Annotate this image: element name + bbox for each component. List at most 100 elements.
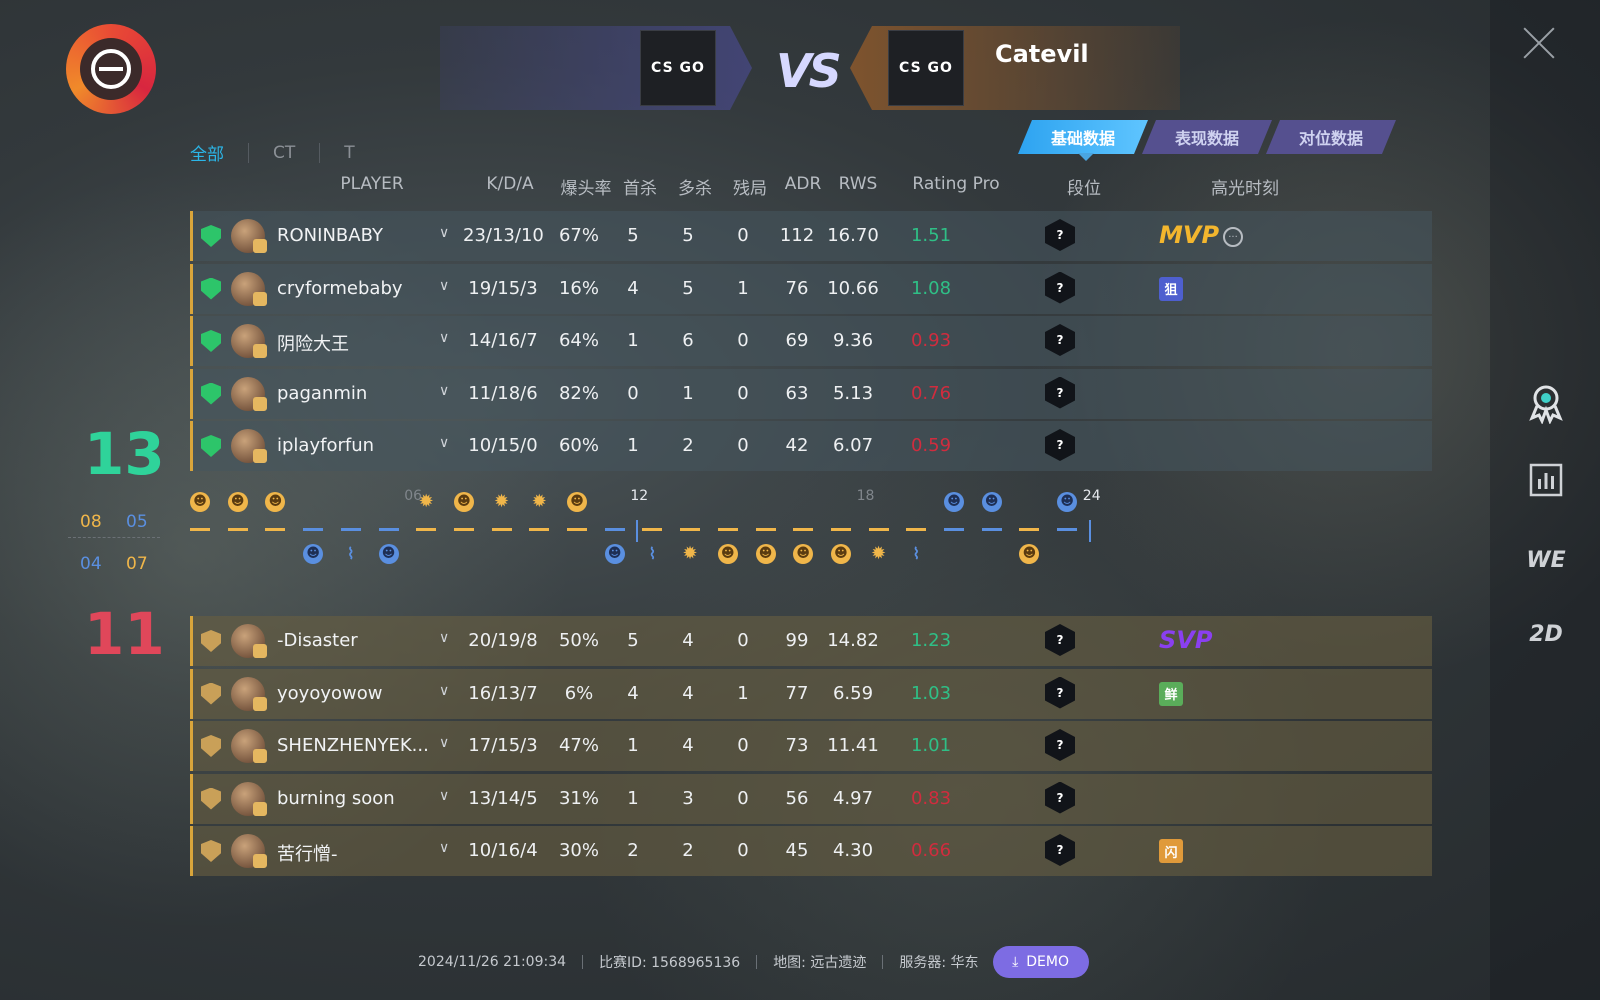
round-bar[interactable] <box>265 528 286 531</box>
round-bar[interactable] <box>642 528 663 531</box>
player-name[interactable]: SHENZHENYEK... <box>277 735 447 756</box>
elimination-icon[interactable]: ☻ <box>604 544 625 564</box>
round-bar[interactable] <box>529 528 550 531</box>
elimination-icon[interactable]: ☻ <box>567 492 587 512</box>
round-bar[interactable] <box>680 528 701 531</box>
player-row[interactable]: iplayforfun ∨ 10/15/0 60% 1 2 0 42 6.07 … <box>190 421 1432 471</box>
round-bar[interactable] <box>416 528 437 531</box>
round-bar[interactable] <box>1019 528 1040 531</box>
tab-ct[interactable]: CT <box>248 142 319 163</box>
elimination-icon[interactable]: ☻ <box>755 544 776 564</box>
more-icon[interactable]: ··· <box>1223 227 1243 247</box>
award-icon[interactable] <box>1526 384 1566 424</box>
bomb-icon[interactable]: ✹ <box>680 544 700 564</box>
chevron-down-icon[interactable]: ∨ <box>439 683 449 699</box>
chevron-down-icon[interactable]: ∨ <box>439 840 449 856</box>
chevron-down-icon[interactable]: ∨ <box>439 630 449 646</box>
chevron-down-icon[interactable]: ∨ <box>439 278 449 294</box>
demo-download-button[interactable]: ⤓ DEMO <box>992 946 1089 978</box>
elimination-icon[interactable]: ☻ <box>303 544 324 564</box>
round-bar[interactable] <box>906 528 927 531</box>
elimination-icon[interactable]: ☻ <box>717 544 738 564</box>
rank-badge[interactable]: ? <box>1045 834 1075 866</box>
player-row[interactable]: 阴险大王 ∨ 14/16/7 64% 1 6 0 69 9.36 0.93 ? <box>190 316 1432 366</box>
round-bar[interactable] <box>227 528 248 531</box>
player-name[interactable]: burning soon <box>277 788 447 809</box>
chevron-down-icon[interactable]: ∨ <box>439 788 449 804</box>
round-bar[interactable] <box>1057 528 1078 531</box>
player-row[interactable]: SHENZHENYEK... ∨ 17/15/3 47% 1 4 0 73 11… <box>190 721 1432 771</box>
player-row[interactable]: yoyoyowow ∨ 16/13/7 6% 4 4 1 77 6.59 1.0… <box>190 668 1432 719</box>
elimination-icon[interactable]: ☻ <box>1057 492 1078 512</box>
round-bar[interactable] <box>868 528 889 531</box>
tab-basic-data[interactable]: 基础数据 <box>1018 120 1148 154</box>
round-bar[interactable] <box>755 528 776 531</box>
round-bar[interactable] <box>981 528 1002 531</box>
rank-badge[interactable]: ? <box>1045 429 1075 461</box>
round-bar[interactable] <box>793 528 814 531</box>
round-bar[interactable] <box>303 528 324 531</box>
stats-icon[interactable] <box>1526 460 1566 500</box>
player-row[interactable]: cryformebaby ∨ 19/15/3 16% 4 5 1 76 10.6… <box>190 263 1432 314</box>
rank-badge[interactable]: ? <box>1045 781 1075 814</box>
rank-badge[interactable]: ? <box>1045 676 1075 709</box>
chevron-down-icon[interactable]: ∨ <box>439 225 449 241</box>
player-row[interactable]: 苦行憎- ∨ 10/16/4 30% 2 2 0 45 4.30 0.66 ? … <box>190 826 1432 876</box>
round-bar[interactable] <box>340 528 361 531</box>
rank-badge[interactable]: ? <box>1045 376 1075 409</box>
elimination-icon[interactable]: ☻ <box>944 492 964 512</box>
round-bar[interactable] <box>830 528 851 531</box>
player-name[interactable]: iplayforfun <box>277 435 447 456</box>
rank-badge[interactable]: ? <box>1045 219 1075 251</box>
player-name[interactable]: paganmin <box>277 383 447 404</box>
elimination-icon[interactable]: ☻ <box>378 544 399 564</box>
chevron-down-icon[interactable]: ∨ <box>439 330 449 346</box>
player-name[interactable]: 阴险大王 <box>277 330 447 356</box>
round-bar[interactable] <box>453 528 474 531</box>
rank-badge[interactable]: ? <box>1045 324 1075 356</box>
player-name[interactable]: RONINBABY <box>277 225 447 246</box>
tab-performance-data[interactable]: 表现数据 <box>1142 120 1272 154</box>
defuse-icon[interactable]: ⌇ <box>341 544 361 564</box>
chevron-down-icon[interactable]: ∨ <box>439 383 449 399</box>
player-name[interactable]: yoyoyowow <box>277 683 447 704</box>
round-bar[interactable] <box>567 528 587 531</box>
bomb-icon[interactable]: ✹ <box>416 492 436 512</box>
round-bar[interactable] <box>190 528 210 531</box>
round-bar[interactable] <box>717 528 738 531</box>
elimination-icon[interactable]: ☻ <box>190 492 210 512</box>
rank-badge[interactable]: ? <box>1045 624 1075 656</box>
elimination-icon[interactable]: ☻ <box>1019 544 1040 564</box>
chevron-down-icon[interactable]: ∨ <box>439 735 449 751</box>
player-row[interactable]: -Disaster ∨ 20/19/8 50% 5 4 0 99 14.82 1… <box>190 616 1432 666</box>
player-name[interactable]: cryformebaby <box>277 278 447 299</box>
player-row[interactable]: paganmin ∨ 11/18/6 82% 0 1 0 63 5.13 0.7… <box>190 368 1432 419</box>
elimination-icon[interactable]: ☻ <box>227 492 248 512</box>
rank-badge[interactable]: ? <box>1045 729 1075 761</box>
round-bar[interactable] <box>491 528 512 531</box>
player-name[interactable]: 苦行憎- <box>277 840 447 866</box>
bomb-icon[interactable]: ✹ <box>492 492 512 512</box>
chevron-down-icon[interactable]: ∨ <box>439 435 449 451</box>
bomb-icon[interactable]: ✹ <box>529 492 549 512</box>
elimination-icon[interactable]: ☻ <box>453 492 474 512</box>
tab-matchup-data[interactable]: 对位数据 <box>1266 120 1396 154</box>
defuse-icon[interactable]: ⌇ <box>906 544 926 564</box>
tab-t[interactable]: T <box>319 142 378 163</box>
defuse-icon[interactable]: ⌇ <box>642 544 662 564</box>
tab-all[interactable]: 全部 <box>190 140 248 165</box>
bomb-icon[interactable]: ✹ <box>869 544 889 564</box>
elimination-icon[interactable]: ☻ <box>830 544 851 564</box>
round-bar[interactable] <box>604 528 625 531</box>
round-bar[interactable] <box>944 528 964 531</box>
player-row[interactable]: burning soon ∨ 13/14/5 31% 1 3 0 56 4.97… <box>190 773 1432 824</box>
elimination-icon[interactable]: ☻ <box>981 492 1002 512</box>
player-row[interactable]: RONINBABY ∨ 23/13/10 67% 5 5 0 112 16.70… <box>190 211 1432 261</box>
2d-replay-button[interactable]: 2D <box>1526 614 1566 654</box>
player-name[interactable]: -Disaster <box>277 630 447 651</box>
close-icon[interactable] <box>1522 26 1556 60</box>
elimination-icon[interactable]: ☻ <box>793 544 814 564</box>
round-bar[interactable] <box>378 528 399 531</box>
elimination-icon[interactable]: ☻ <box>265 492 286 512</box>
rank-badge[interactable]: ? <box>1045 271 1075 304</box>
